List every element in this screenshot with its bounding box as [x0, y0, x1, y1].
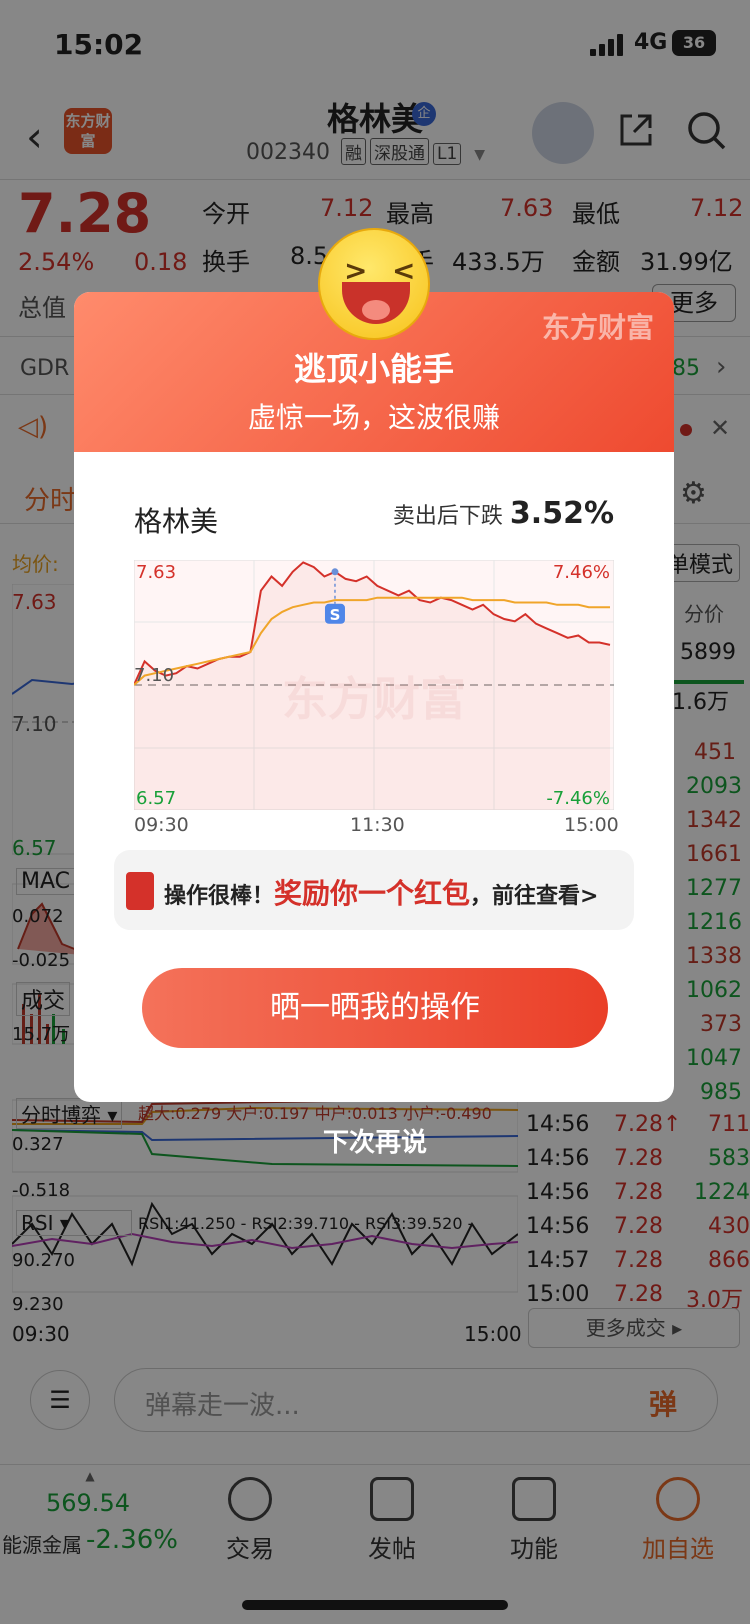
popup-subtitle: 虚惊一场，这波很赚 [247, 401, 500, 434]
y-label-max: 7.63 [136, 562, 176, 583]
popup-title: 逃顶小能手 [293, 350, 454, 388]
x-label-mid: 11:30 [350, 814, 405, 836]
drop-value: 3.52% [509, 496, 614, 531]
y-label-mid: 7.10 [134, 665, 174, 686]
share-operation-button[interactable]: 晒一晒我的操作 [142, 968, 608, 1048]
home-indicator[interactable] [242, 1600, 508, 1610]
reward-tip-text: 操作很棒！奖励你一个红包，前往查看> [164, 872, 598, 912]
tip-suffix: ，前往查看> [470, 884, 599, 909]
tip-highlight: 奖励你一个红包 [274, 877, 471, 910]
x-label-start: 09:30 [134, 814, 189, 836]
red-envelope-icon [126, 872, 154, 910]
result-popup: 东方财富 逃顶小能手 虚惊一场，这波很赚 格林美 卖出后下跌 3.52% 东方财… [74, 292, 674, 1102]
y-label-min: 6.57 [136, 788, 176, 809]
reward-tip[interactable]: 操作很棒！奖励你一个红包，前往查看> [114, 850, 634, 930]
x-label-end: 15:00 [564, 814, 619, 836]
sell-marker-dot [331, 568, 339, 576]
popup-stock-name: 格林美 [134, 505, 219, 538]
laughing-emoji-icon: > < [318, 228, 430, 340]
popup-drop: 卖出后下跌 3.52% [393, 496, 614, 531]
y-label-pct-max: 7.46% [553, 562, 610, 583]
drop-label: 卖出后下跌 [392, 504, 503, 529]
sell-marker-label: S [330, 606, 341, 624]
popup-brand: 东方财富 [541, 311, 654, 344]
y-label-pct-min: -7.46% [546, 788, 610, 809]
tip-prefix: 操作很棒！ [164, 884, 275, 909]
later-button[interactable]: 下次再说 [0, 1122, 750, 1159]
popup-intraday-chart: 东方财富 S 7.63 7.10 6.57 7.46% -7.46% [134, 560, 614, 810]
